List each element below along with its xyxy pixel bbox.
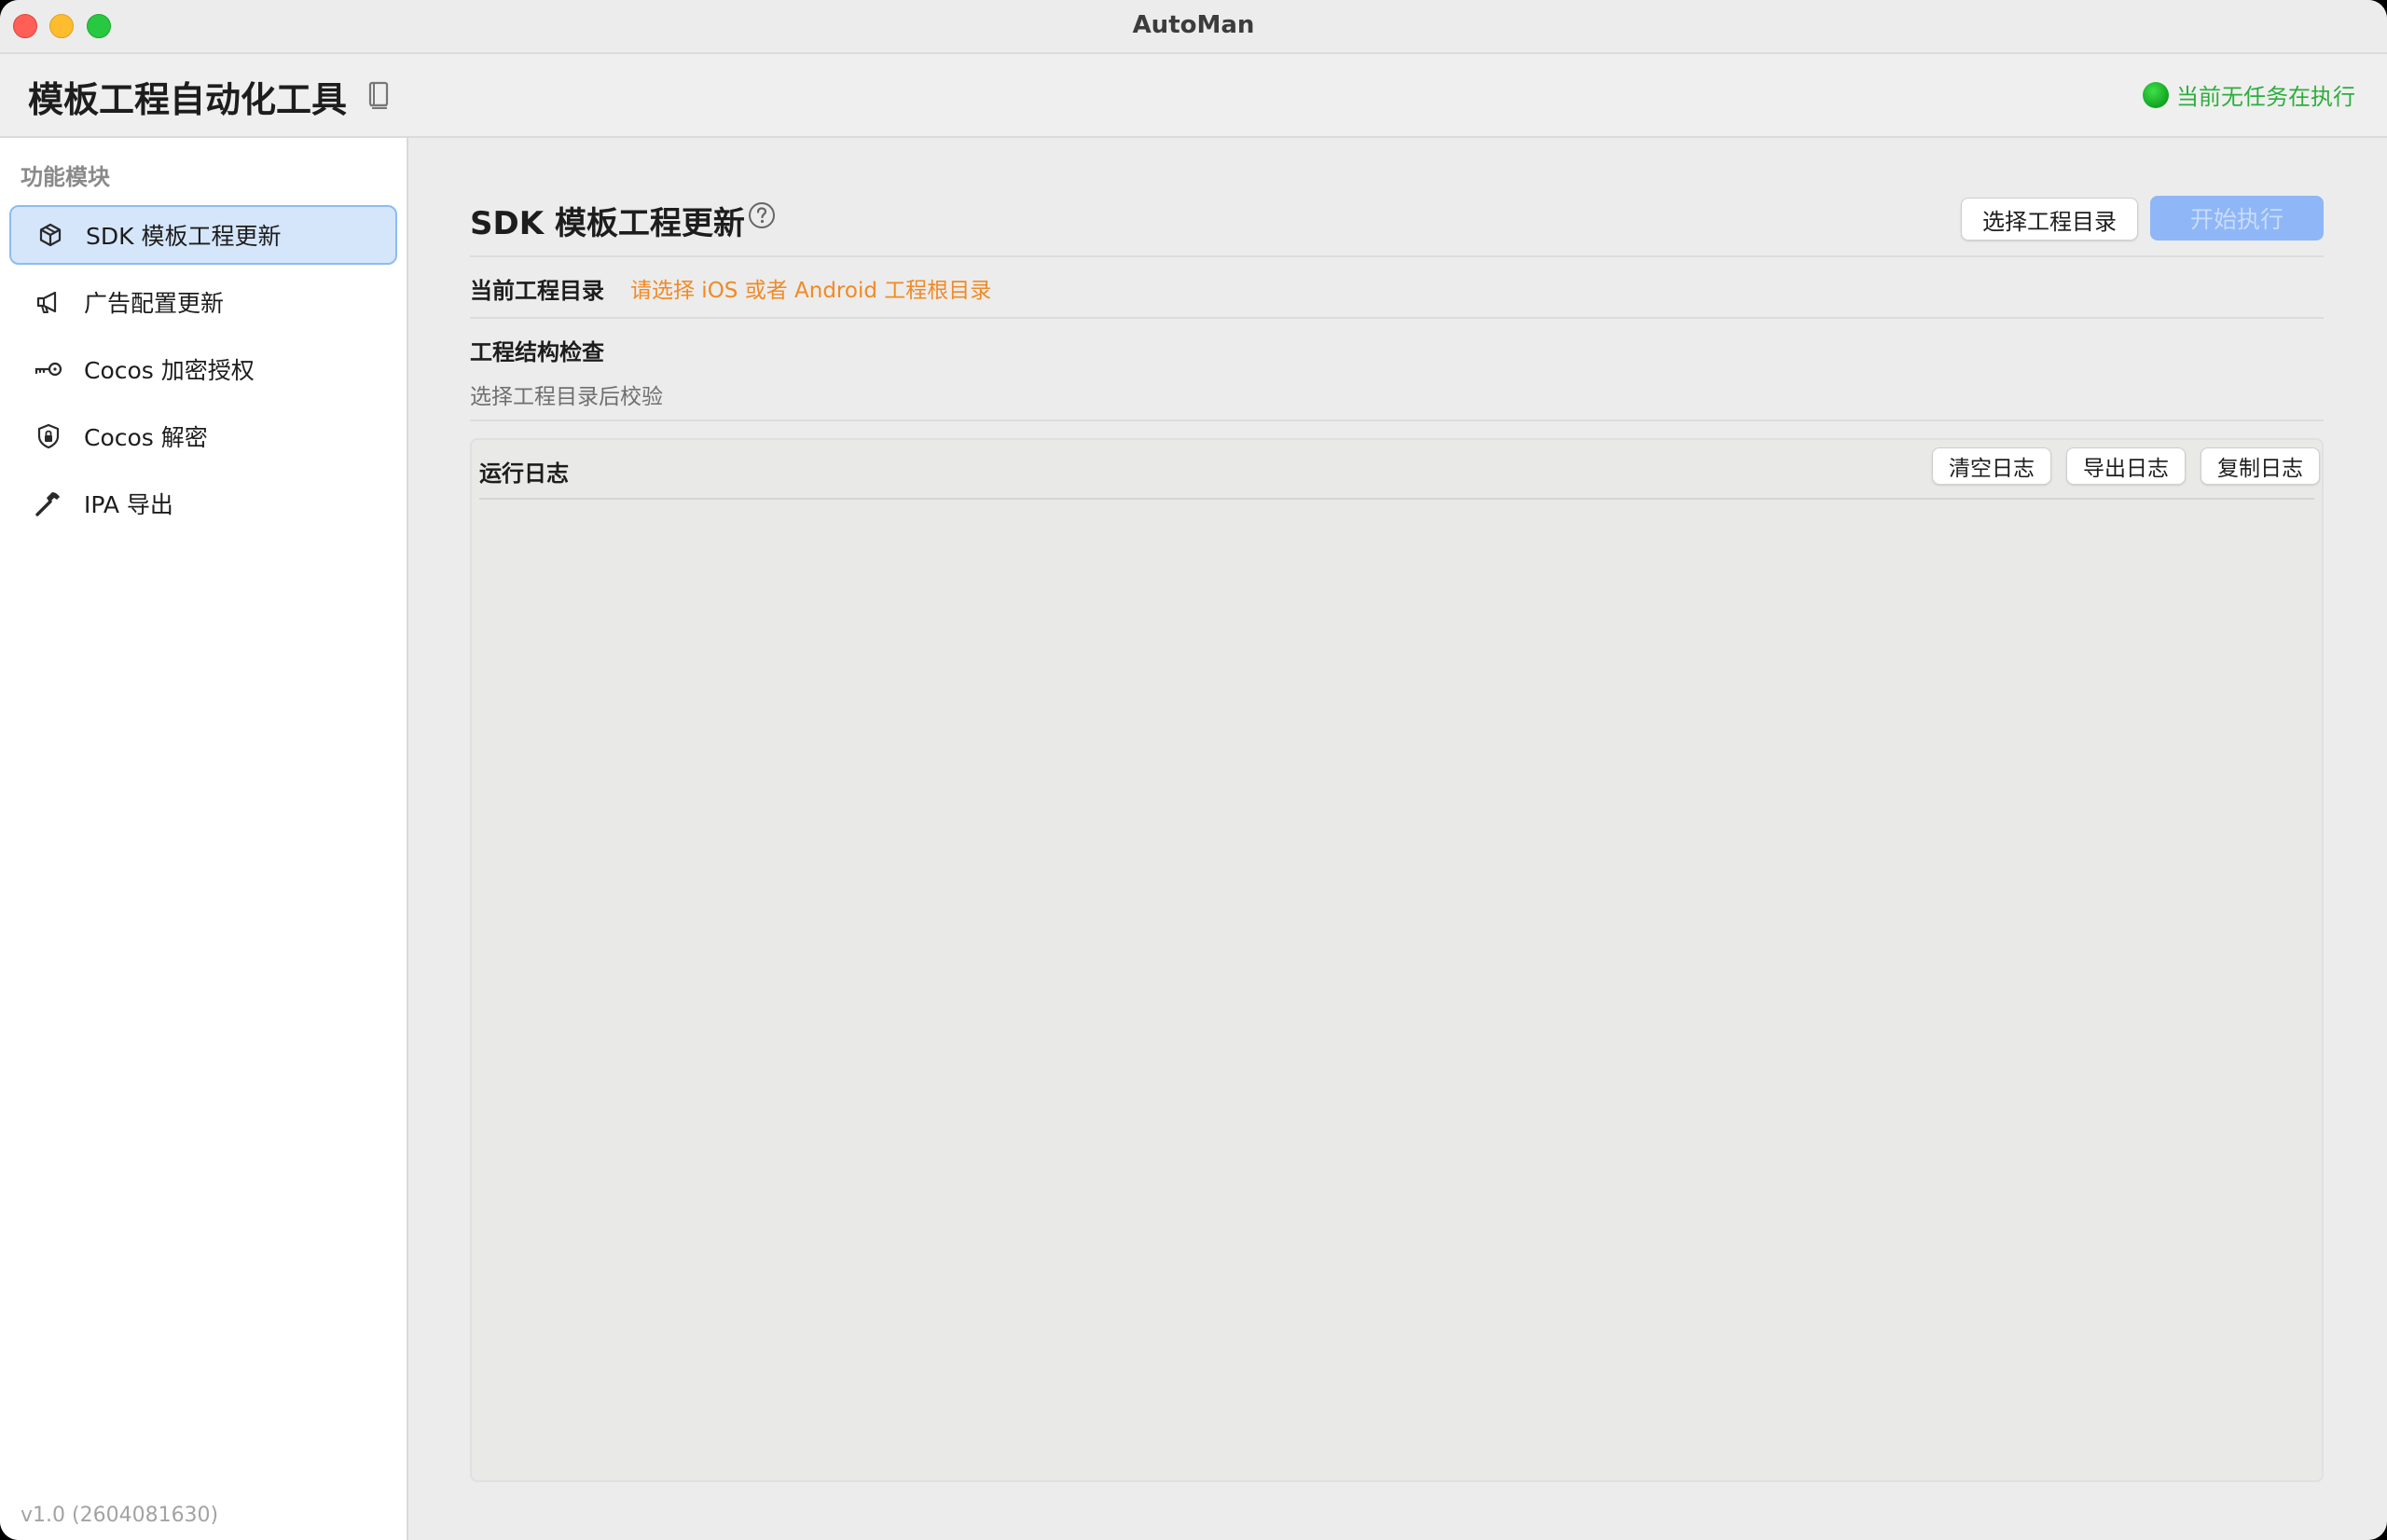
app-title: 模板工程自动化工具 [28,79,348,120]
log-title: 运行日志 [479,461,569,487]
sidebar: 功能模块 SDK 模板工程更新 广告配置更新 Cocos 加密授权 Cocos … [0,138,408,1540]
cube-icon [35,220,65,250]
app-header: 模板工程自动化工具 当前无任务在执行 [0,54,2387,138]
sidebar-heading: 功能模块 [21,164,110,190]
start-execution-button[interactable]: 开始执行 [2150,196,2324,241]
sidebar-item-ad-config-update[interactable]: 广告配置更新 [9,272,397,332]
choose-project-dir-button[interactable]: 选择工程目录 [1961,198,2138,241]
divider [470,317,2324,319]
main-content: SDK 模板工程更新 选择工程目录 开始执行 当前工程目录 请选择 iOS 或者… [408,138,2387,1540]
export-log-button[interactable]: 导出日志 [2066,447,2186,485]
sidebar-item-label: IPA 导出 [84,491,173,518]
sidebar-item-label: SDK 模板工程更新 [86,223,282,250]
version-label: v1.0 (2604081630) [21,1504,219,1527]
log-panel: 运行日志 清空日志 导出日志 复制日志 [470,438,2324,1482]
key-icon [34,354,63,384]
help-icon[interactable] [748,201,776,229]
structure-check-hint: 选择工程目录后校验 [470,385,663,409]
copy-log-button[interactable]: 复制日志 [2201,447,2320,485]
sidebar-item-cocos-decrypt[interactable]: Cocos 解密 [9,406,397,466]
title-bar: AutoMan [0,0,2387,54]
current-dir-label: 当前工程目录 [470,278,604,304]
structure-check-label: 工程结构检查 [470,339,604,365]
section-title: SDK 模板工程更新 [470,205,745,242]
task-status: 当前无任务在执行 [2143,78,2355,111]
sidebar-item-label: Cocos 加密授权 [84,357,255,384]
log-content-area[interactable] [479,502,2314,1473]
sidebar-item-label: 广告配置更新 [84,290,225,317]
current-dir-hint: 请选择 iOS 或者 Android 工程根目录 [630,279,992,303]
log-divider [479,498,2314,500]
divider [470,255,2324,257]
sidebar-item-label: Cocos 解密 [84,424,208,451]
megaphone-icon [34,287,63,317]
app-window: AutoMan 模板工程自动化工具 当前无任务在执行 功能模块 SDK 模板工程… [0,0,2387,1540]
lock-shield-icon [34,421,63,451]
clear-log-button[interactable]: 清空日志 [1932,447,2051,485]
sidebar-item-cocos-encrypt-license[interactable]: Cocos 加密授权 [9,339,397,399]
sidebar-item-ipa-export[interactable]: IPA 导出 [9,474,397,533]
book-icon[interactable] [366,80,392,110]
window-title: AutoMan [1132,11,1255,39]
hammer-icon [34,488,63,518]
status-text: 当前无任务在执行 [2176,84,2355,110]
sidebar-item-sdk-template-update[interactable]: SDK 模板工程更新 [9,205,397,265]
status-indicator-icon [2143,81,2169,108]
divider [470,419,2324,421]
